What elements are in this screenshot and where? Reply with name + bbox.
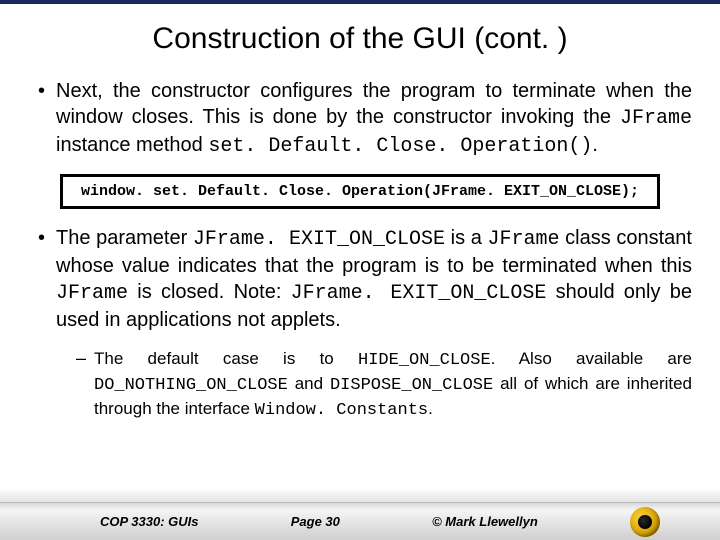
b2-code1: JFrame. EXIT_ON_CLOSE: [193, 228, 445, 251]
b2-pre: The parameter: [56, 227, 193, 249]
bullet-1-text: Next, the constructor configures the pro…: [56, 78, 692, 160]
b1-code2: set. Default. Close. Operation(): [208, 135, 592, 158]
b1-code1: JFrame: [620, 107, 692, 130]
bullet-1: • Next, the constructor configures the p…: [38, 78, 692, 160]
top-rule: [0, 0, 720, 4]
bullet-2: • The parameter JFrame. EXIT_ON_CLOSE is…: [38, 225, 692, 333]
footer-gradient: [0, 488, 720, 502]
s-code2: DO_NOTHING_ON_CLOSE: [94, 376, 288, 395]
bullet-marker: •: [38, 78, 56, 160]
b1-pre: Next, the constructor configures the pro…: [56, 80, 692, 128]
b2-code4: JFrame. EXIT_ON_CLOSE: [291, 282, 547, 305]
b1-post: .: [592, 134, 598, 156]
s-code4: Window. Constants: [255, 401, 428, 420]
footer-page: Page 30: [291, 514, 340, 529]
s-mid2: and: [288, 374, 330, 393]
sub-bullet: – The default case is to HIDE_ON_CLOSE. …: [76, 347, 692, 422]
bullet-marker: •: [38, 225, 56, 333]
b2-mid3: is closed. Note:: [128, 281, 291, 303]
ucf-logo-icon: [630, 507, 660, 537]
footer-copyright: © Mark Llewellyn: [432, 514, 538, 529]
s-pre: The default case is to: [94, 349, 358, 368]
bullet-2-text: The parameter JFrame. EXIT_ON_CLOSE is a…: [56, 225, 692, 333]
b1-mid: instance method: [56, 134, 208, 156]
footer-course: COP 3330: GUIs: [100, 514, 199, 529]
b2-code3: JFrame: [56, 282, 128, 305]
s-post: .: [428, 399, 433, 418]
s-mid1: . Also available are: [491, 349, 692, 368]
b2-mid1: is a: [445, 227, 487, 249]
s-code3: DISPOSE_ON_CLOSE: [330, 376, 493, 395]
sub-text: The default case is to HIDE_ON_CLOSE. Al…: [94, 347, 692, 422]
b2-code2: JFrame: [488, 228, 560, 251]
slide-body: Construction of the GUI (cont. ) • Next,…: [0, 0, 720, 422]
sub-marker: –: [76, 347, 94, 422]
slide-title: Construction of the GUI (cont. ): [28, 22, 692, 56]
code-box: window. set. Default. Close. Operation(J…: [60, 174, 660, 209]
footer-bar: COP 3330: GUIs Page 30 © Mark Llewellyn: [0, 502, 720, 540]
s-code1: HIDE_ON_CLOSE: [358, 351, 491, 370]
